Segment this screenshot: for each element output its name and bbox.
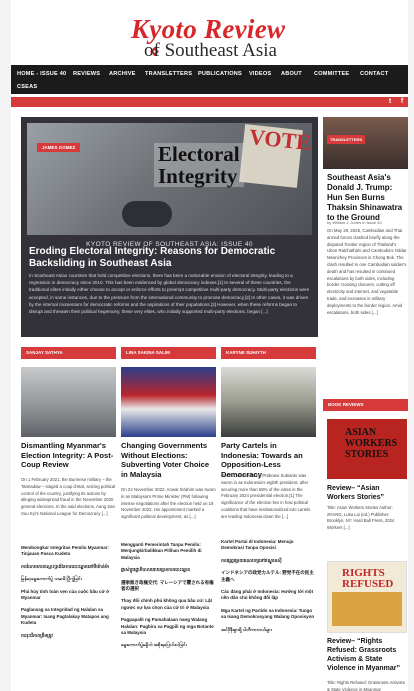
article-image[interactable]: [121, 367, 216, 437]
nav-item-videos[interactable]: VIDEOS: [249, 71, 271, 77]
book-review-excerpt: Title: Rights Refused: Grassroots Activi…: [327, 680, 406, 691]
translation-link[interactable]: Kartel Partai di Indonesia: Menuju Demok…: [221, 539, 316, 552]
sidebar-article-image[interactable]: TRANSLETTERS: [323, 117, 408, 169]
translation-link[interactable]: ផ្លាស់ប្តូររដ្ឋាភិបាលដោយគ្មានការបោះឆ្នោត: [121, 567, 216, 573]
facebook-icon[interactable]: f: [398, 97, 406, 107]
translation-link[interactable]: Paglansag sa Integridad ng Halalan sa My…: [21, 607, 116, 626]
featured-image-caption-line1: Electoral: [158, 142, 240, 166]
translation-link[interactable]: Thay đổi chính phủ không qua bầu cử: Lật…: [121, 598, 216, 611]
featured-title[interactable]: Eroding Electoral Integrity: Reasons for…: [29, 246, 311, 270]
author-heading[interactable]: SANJAY SATHYA: [21, 347, 116, 359]
translation-link[interactable]: Pagpapalit ng Pamahalaan nang Walang Hal…: [121, 617, 216, 636]
nav-item-committee[interactable]: COMMITTEE: [314, 71, 349, 77]
social-bar: [11, 97, 408, 107]
featured-excerpt: In Southeast Asian countries that hold c…: [29, 273, 310, 315]
translation-link[interactable]: インドネシアの政党カルテル: 野党不在の民主主義へ: [221, 570, 316, 583]
nav-item-transletters[interactable]: TRANSLETTERS: [145, 71, 192, 77]
shoe-graphic: [122, 201, 172, 227]
site-logo-subtitle: of Southeast Asia: [144, 40, 277, 61]
translation-list: Mengganti Pemerintah Tanpa Pemilu: Menju…: [121, 542, 216, 655]
book-cover-asian-workers[interactable]: ASIAN WORKERS STORIES: [327, 419, 407, 479]
translation-list: Kartel Partai di Indonesia: Menuju Demok…: [221, 539, 316, 639]
book-review-title[interactable]: Review– “Asian Workers Stories”: [327, 484, 407, 502]
article-image[interactable]: [221, 367, 316, 437]
nav-item-archive[interactable]: ARCHIVE: [109, 71, 136, 77]
article-image[interactable]: [21, 367, 116, 437]
article-title[interactable]: Changing Governments Without Elections: …: [121, 441, 216, 479]
author-heading[interactable]: KARYNE SUHIYTH: [221, 347, 316, 359]
book-review-title[interactable]: Review– “Rights Refused: Grassroots Acti…: [327, 637, 407, 673]
featured-category-badge[interactable]: JAMES GOMEZ: [37, 143, 81, 152]
book-reviews-heading: BOOK REVIEWS: [323, 399, 408, 411]
sidebar-category-badge[interactable]: TRANSLETTERS: [327, 135, 365, 144]
nav-item-contact[interactable]: CONTACT: [360, 71, 388, 77]
main-nav: HOME - ISSUE 40 REVIEWS ARCHIVE TRANSLET…: [11, 65, 408, 94]
translation-link[interactable]: 選挙無き政権交代: マレーシアで覆される有権者の選択: [121, 580, 216, 593]
featured-image-caption-line2: Integrity: [158, 164, 238, 188]
translation-link[interactable]: Mga Kartel ng Partido sa Indonesia: Tung…: [221, 608, 316, 621]
nav-item-reviews[interactable]: REVIEWS: [73, 71, 100, 77]
book-cover-art: [332, 592, 402, 626]
translation-link[interactable]: ការផ្សព្វផ្សាយគណបក្សនៅឥណ្ឌូនេស៊ី: [221, 558, 316, 564]
translation-link[interactable]: Phá hủy tính toàn vẹn của cuộc bầu cử ở …: [21, 589, 116, 602]
nav-item-cseas[interactable]: CSEAS: [17, 84, 37, 90]
translation-link[interactable]: Mengganti Pemerintah Tanpa Pemilu: Menju…: [121, 542, 216, 561]
twitter-icon[interactable]: t: [386, 97, 394, 107]
nav-item-home[interactable]: HOME - ISSUE 40: [17, 71, 66, 77]
translation-link[interactable]: Các đảng phái ở Indonesia: Hướng tới một…: [221, 589, 316, 602]
translation-link[interactable]: ရွေးကောက်ပွဲမရှိဘဲ အစိုးရပြောင်းလဲခြင်း: [121, 642, 216, 648]
featured-image: VOTE Electoral Integrity JAMES GOMEZ: [27, 123, 312, 235]
translation-link[interactable]: Membongkar Integritas Pemilu Myanmar: Ti…: [21, 545, 116, 558]
page: Kyoto Review of Southeast Asia HOME - IS…: [11, 0, 408, 691]
featured-image-caption: Electoral Integrity: [154, 143, 244, 187]
sidebar-article-excerpt: On May 28, 2025, Cambodian and Thai arme…: [327, 228, 407, 315]
translation-link[interactable]: အင်ဒိုနီးရှားရှိ ပါတီကာတယ်များ: [221, 627, 316, 633]
book-review-excerpt: Title: Asian Workers Stories Author: ZHA…: [327, 505, 395, 530]
article-excerpt: On 24 November 2022, Anwar Ibrahim was s…: [121, 487, 216, 520]
featured-article[interactable]: VOTE Electoral Integrity JAMES GOMEZ Ero…: [21, 117, 318, 337]
article-excerpt: On 20 October 2024, Prabowo Subianto was…: [221, 473, 311, 519]
article-excerpt: On 1 February 2021, the Burmese military…: [21, 477, 116, 516]
translation-link[interactable]: ការរំលាយភាពស្មោះត្រង់នៃការបោះឆ្នោតនៅមីយ៉…: [21, 564, 116, 570]
nav-item-publications[interactable]: PUBLICATIONS: [198, 71, 242, 77]
book-cover-rights-refused[interactable]: RIGHTS REFUSED: [327, 561, 407, 633]
article-title[interactable]: Dismantling Myanmar's Election Integrity…: [21, 441, 116, 470]
masthead: Kyoto Review of Southeast Asia: [11, 0, 408, 62]
issue-label: KYOTO REVIEW OF SOUTHEAST ASIA: ISSUE 40: [86, 241, 253, 248]
translation-link[interactable]: မြန်မာ့ရွေးကောက်ပွဲ သမာဓိ ပြိုကွဲခြင်း: [21, 576, 116, 582]
translation-link[interactable]: ការរុះរើភាពត្រឹមត្រូវ: [21, 633, 116, 639]
sidebar-article-title[interactable]: Southeast Asia's Donald J. Trump: Hun Se…: [327, 173, 407, 223]
translation-list: Membongkar Integritas Pemilu Myanmar: Ti…: [21, 545, 116, 645]
book-cover-asian-workers-text: ASIAN WORKERS STORIES: [345, 427, 398, 460]
book-cover-rights-refused-text: RIGHTS REFUSED: [342, 567, 394, 590]
sidebar-article-meta: by William J. Jones in Issue 40: [327, 220, 382, 225]
nav-item-about[interactable]: ABOUT: [281, 71, 302, 77]
author-heading[interactable]: LINA SAKINA SALIM: [121, 347, 216, 359]
